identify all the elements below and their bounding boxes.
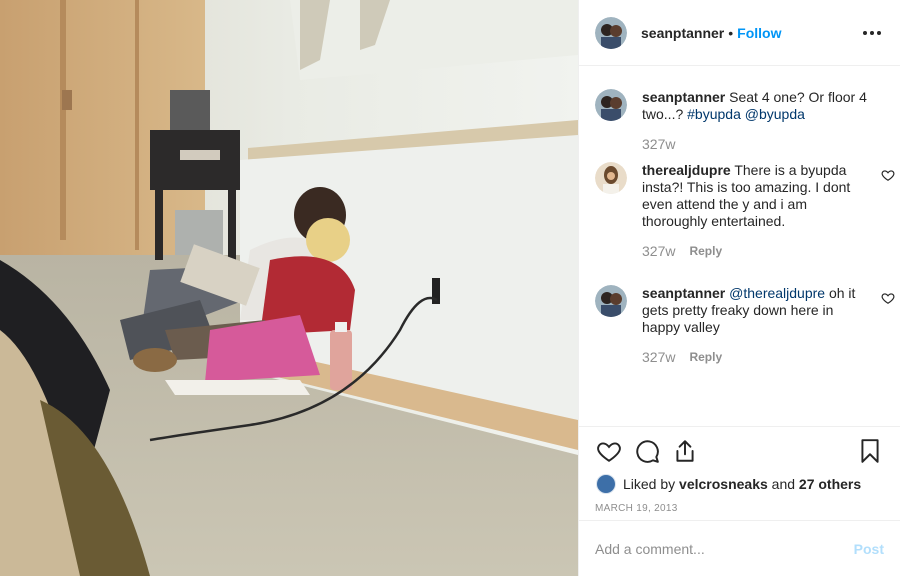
comments-list: seanptanner Seat 4 one? Or floor 4 two..…	[579, 67, 900, 425]
avatar[interactable]	[595, 285, 627, 317]
reply-button[interactable]: Reply	[689, 243, 722, 260]
comment-time[interactable]: 327w	[642, 243, 675, 260]
liker-avatar[interactable]	[596, 474, 616, 494]
comment-meta: 327w Reply	[642, 349, 870, 366]
hallway-photo	[0, 0, 578, 576]
avatar[interactable]	[595, 89, 627, 121]
post-author-username[interactable]: seanptanner	[641, 25, 724, 41]
follow-button[interactable]: Follow	[737, 25, 781, 41]
post-comment-button[interactable]: Post	[854, 541, 884, 557]
caption-tags[interactable]: #byupda @byupda	[687, 106, 805, 122]
comment-meta: 327w Reply	[642, 243, 870, 260]
add-comment-bar: Post	[579, 520, 900, 576]
comment-item: seanptanner @therealjdupre oh it gets pr…	[595, 285, 895, 366]
post-date[interactable]: March 19, 2013	[595, 503, 884, 514]
separator-dot: •	[728, 24, 734, 41]
comment-body: therealjdupre There is a byupda insta?! …	[642, 162, 870, 260]
comment-time[interactable]: 327w	[642, 136, 675, 153]
caption-comment: seanptanner Seat 4 one? Or floor 4 two..…	[595, 89, 870, 153]
comment-time[interactable]: 327w	[642, 349, 675, 366]
comment-body: seanptanner Seat 4 one? Or floor 4 two..…	[642, 89, 870, 153]
more-horizontal-icon[interactable]	[860, 21, 884, 45]
comment-icon[interactable]	[633, 437, 661, 465]
avatar[interactable]	[595, 16, 627, 49]
post-actions: Liked by velcrosneaks and 27 others Marc…	[579, 426, 900, 526]
likes-summary: Liked by velcrosneaks and 27 others	[595, 474, 884, 494]
like-comment-heart-icon[interactable]	[881, 168, 895, 182]
likes-prefix: Liked by	[623, 476, 676, 492]
likes-connector: and	[771, 476, 796, 492]
comment-username[interactable]: seanptanner	[642, 285, 725, 301]
post-side-panel: seanptanner • Follow seanptanner Seat 4 …	[578, 0, 900, 576]
post-photo[interactable]	[0, 0, 578, 576]
action-icons-row	[595, 430, 884, 472]
reply-button[interactable]: Reply	[689, 349, 722, 366]
post-header: seanptanner • Follow	[579, 0, 900, 66]
comment-meta: 327w	[642, 136, 870, 153]
comment-input[interactable]	[595, 540, 854, 557]
comment-username[interactable]: seanptanner	[642, 89, 725, 105]
bookmark-icon[interactable]	[856, 437, 884, 465]
comment-username[interactable]: therealjdupre	[642, 162, 731, 178]
comment-body: seanptanner @therealjdupre oh it gets pr…	[642, 285, 870, 366]
comment-item: therealjdupre There is a byupda insta?! …	[595, 162, 895, 260]
liker-username[interactable]: velcrosneaks	[679, 476, 768, 492]
heart-icon[interactable]	[595, 437, 623, 465]
instagram-post: seanptanner • Follow seanptanner Seat 4 …	[0, 0, 900, 576]
like-comment-heart-icon[interactable]	[881, 291, 895, 305]
comment-mention[interactable]: @therealjdupre	[729, 285, 825, 301]
share-icon[interactable]	[671, 437, 699, 465]
avatar[interactable]	[595, 162, 627, 194]
likes-others-link[interactable]: 27 others	[799, 476, 861, 492]
